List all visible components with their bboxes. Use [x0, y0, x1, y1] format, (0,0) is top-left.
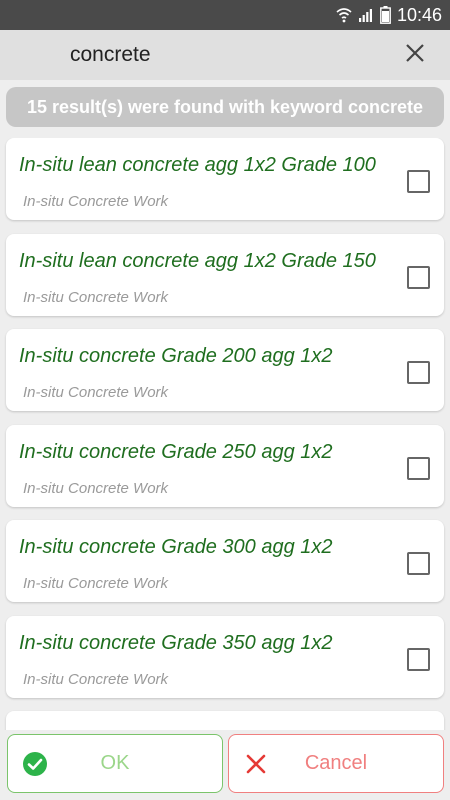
- item-title: In-situ concrete Grade 350 agg 1x2: [19, 632, 333, 654]
- item-checkbox[interactable]: [407, 457, 430, 480]
- item-category: In-situ Concrete Work: [23, 193, 169, 210]
- item-category: In-situ Concrete Work: [23, 575, 169, 592]
- clear-search-button[interactable]: [398, 40, 432, 70]
- list-item[interactable]: In-situ concrete Grade 350 agg 1x2 In-si…: [6, 616, 444, 698]
- item-checkbox[interactable]: [407, 648, 430, 671]
- item-category: In-situ Concrete Work: [23, 480, 169, 497]
- ok-button[interactable]: OK: [7, 734, 223, 793]
- item-title: In-situ lean concrete agg 1x2 Grade 150: [19, 250, 376, 272]
- item-title: In-situ concrete Grade 300 agg 1x2: [19, 536, 333, 558]
- item-checkbox[interactable]: [407, 552, 430, 575]
- list-item[interactable]: In-situ lean concrete agg 1x2 Grade 150 …: [6, 234, 444, 316]
- status-icons: 10:46: [336, 0, 442, 30]
- list-item[interactable]: In-situ concrete Grade 250 agg 1x2 In-si…: [6, 425, 444, 507]
- list-item[interactable]: In-situ concrete Grade 300 agg 1x2 In-si…: [6, 520, 444, 602]
- search-bar: [0, 30, 450, 80]
- cancel-button[interactable]: Cancel: [228, 734, 444, 793]
- search-input[interactable]: [70, 40, 370, 70]
- battery-icon: [380, 6, 391, 24]
- results-count-banner: 15 result(s) were found with keyword con…: [6, 87, 444, 127]
- signal-icon: [358, 7, 374, 23]
- item-checkbox[interactable]: [407, 361, 430, 384]
- item-category: In-situ Concrete Work: [23, 384, 169, 401]
- item-category: In-situ Concrete Work: [23, 671, 169, 688]
- item-checkbox[interactable]: [407, 266, 430, 289]
- check-circle-icon: [22, 751, 48, 777]
- list-item[interactable]: [6, 711, 444, 730]
- x-icon: [243, 751, 269, 777]
- status-bar: 10:46: [0, 0, 450, 30]
- item-checkbox[interactable]: [407, 170, 430, 193]
- item-title: In-situ concrete Grade 250 agg 1x2: [19, 441, 333, 463]
- item-category: In-situ Concrete Work: [23, 289, 169, 306]
- list-item[interactable]: In-situ lean concrete agg 1x2 Grade 100 …: [6, 138, 444, 220]
- results-list[interactable]: In-situ lean concrete agg 1x2 Grade 100 …: [0, 138, 450, 730]
- list-item[interactable]: In-situ concrete Grade 200 agg 1x2 In-si…: [6, 329, 444, 411]
- wifi-icon: [336, 7, 352, 23]
- item-title: In-situ lean concrete agg 1x2 Grade 100: [19, 154, 376, 176]
- status-time: 10:46: [396, 4, 442, 25]
- close-icon: [405, 43, 425, 68]
- action-bar: OK Cancel: [0, 730, 450, 800]
- item-title: In-situ concrete Grade 200 agg 1x2: [19, 345, 333, 367]
